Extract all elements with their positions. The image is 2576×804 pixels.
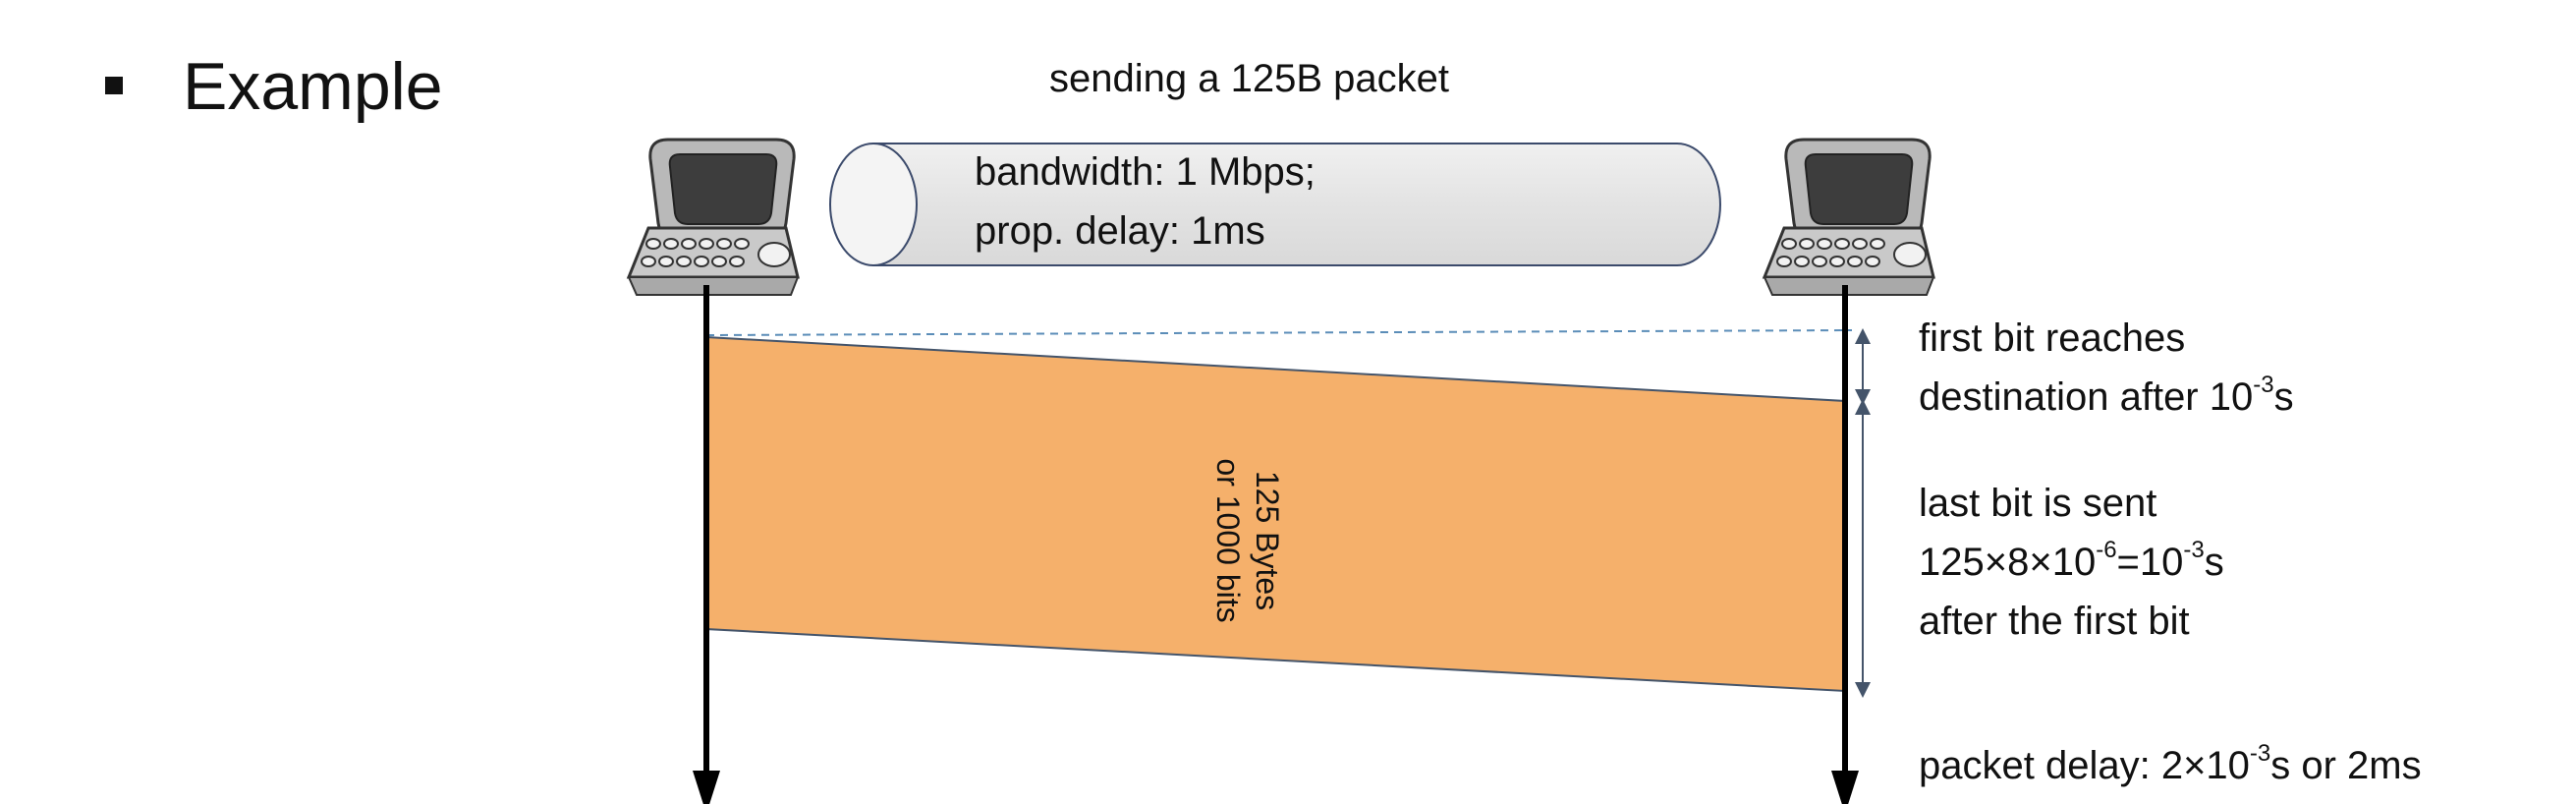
first-bit-note-line2: destination after 10-3s [1919, 372, 2294, 420]
packet-size-bytes: 125 Bytes [1250, 470, 1285, 611]
first-bit-reference-line [705, 329, 1853, 336]
first-bit-note: first bit reaches destination after 10-3… [1919, 309, 2294, 427]
last-bit-note-line3: after the first bit [1919, 600, 2190, 643]
last-bit-note: last bit is sent 125×8×10-6=10-3s after … [1919, 474, 2224, 651]
packet-size-label: 125 Bytes or 1000 bits [1208, 458, 1287, 622]
packet-size-bits: or 1000 bits [1210, 458, 1246, 623]
sender-computer-icon [626, 138, 800, 296]
bandwidth-label: bandwidth: 1 Mbps; [975, 150, 1316, 194]
first-bit-note-line1: first bit reaches [1919, 316, 2186, 360]
prop-delay-label: prop. delay: 1ms [975, 209, 1265, 253]
last-bit-note-line1: last bit is sent [1919, 482, 2157, 525]
receiver-computer-icon [1762, 138, 1935, 296]
packet-delay-note: packet delay: 2×10-3s or 2ms [1919, 740, 2422, 788]
last-bit-note-line2: 125×8×10-6=10-3s [1919, 537, 2224, 585]
